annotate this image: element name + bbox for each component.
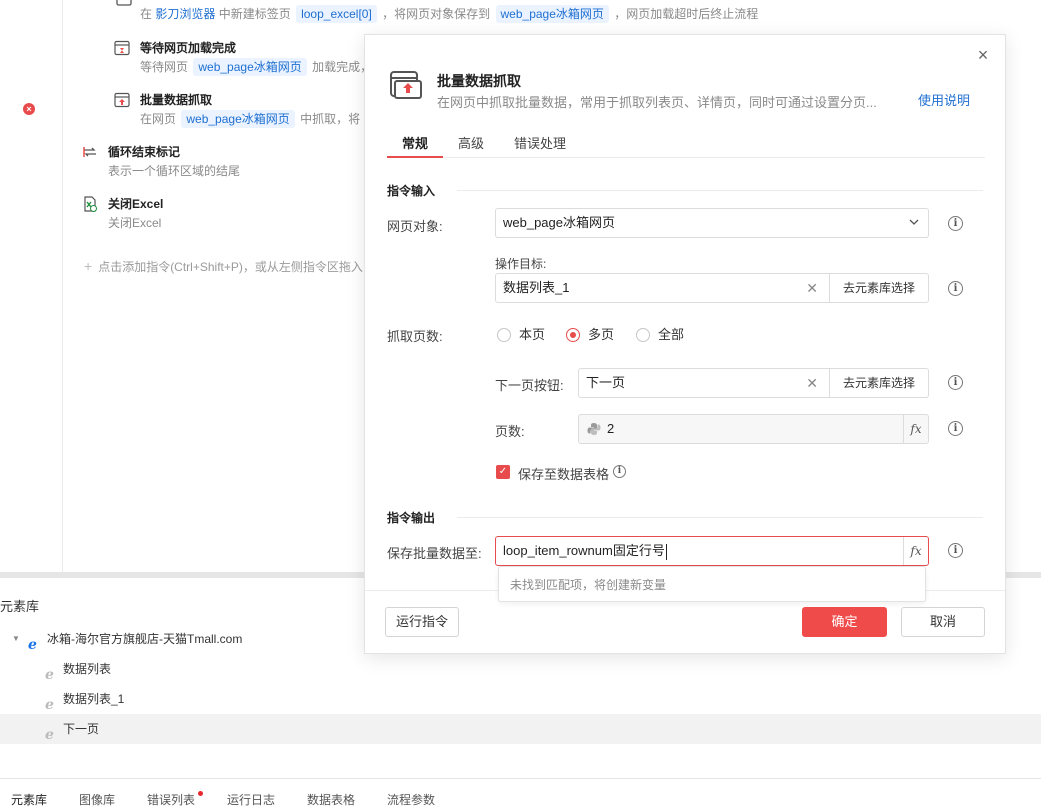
excel-close-icon bbox=[82, 196, 98, 212]
pick-element-button[interactable]: 去元素库选择 bbox=[828, 369, 928, 397]
help-link[interactable]: 使用说明 bbox=[918, 90, 970, 109]
svg-text:e: e bbox=[45, 727, 54, 741]
section-input-title: 指令输入 bbox=[387, 184, 436, 198]
tree-item-selected[interactable]: e 下一页 bbox=[0, 714, 1041, 744]
page-count-field[interactable]: 2 fx bbox=[578, 414, 929, 444]
divider bbox=[457, 190, 983, 191]
tab-general[interactable]: 常规 bbox=[402, 133, 428, 152]
section-output-title: 指令输出 bbox=[387, 511, 436, 525]
webpage-object-select[interactable]: web_page冰箱网页 bbox=[495, 208, 929, 238]
save-table-label: 保存至数据表格 bbox=[518, 467, 610, 482]
step-title: 循环结束标记 bbox=[108, 145, 181, 159]
clear-icon[interactable]: ✕ bbox=[806, 369, 818, 397]
tab-image-library[interactable]: 图像库 bbox=[79, 791, 115, 806]
run-command-button[interactable]: 运行指令 bbox=[385, 607, 459, 637]
tab-data-table[interactable]: 数据表格 bbox=[307, 791, 355, 806]
variable-tag: web_page冰箱网页 bbox=[495, 5, 609, 23]
line-gutter-divider bbox=[62, 0, 63, 572]
tab-flow-params[interactable]: 流程参数 bbox=[387, 791, 435, 806]
svg-text:e: e bbox=[28, 637, 37, 651]
fx-button[interactable]: fx bbox=[903, 415, 928, 443]
target-label: 操作目标: bbox=[495, 257, 547, 271]
panel-title: 元素库 bbox=[0, 599, 40, 614]
batch-scrape-icon bbox=[114, 92, 130, 108]
confirm-button[interactable]: 确定 bbox=[802, 607, 887, 637]
save-table-checkbox[interactable]: ✓ bbox=[496, 465, 510, 479]
variable-tag: loop_excel[0] bbox=[296, 5, 377, 23]
step-description: 在网页 web_page冰箱网页 中抓取，将 bbox=[140, 110, 361, 128]
next-page-label: 下一页按钮: bbox=[495, 378, 564, 393]
tab-advanced[interactable]: 高级 bbox=[458, 133, 484, 152]
cancel-button[interactable]: 取消 bbox=[901, 607, 985, 637]
tree-item[interactable]: e 数据列表 bbox=[0, 654, 1041, 684]
pick-element-button[interactable]: 去元素库选择 bbox=[828, 274, 928, 302]
variable-tag: web_page冰箱网页 bbox=[193, 58, 307, 76]
tree-item[interactable]: e 数据列表_1 bbox=[0, 684, 1041, 714]
expand-arrow-icon[interactable]: ▼ bbox=[12, 624, 20, 654]
element-icon: e bbox=[44, 722, 58, 743]
info-icon[interactable]: i bbox=[948, 216, 963, 231]
step-title: 关闭Excel bbox=[108, 197, 164, 211]
bottom-tab-bar: 元素库 图像库 错误列表 运行日志 数据表格 流程参数 bbox=[0, 778, 1041, 806]
divider bbox=[457, 517, 983, 518]
chevron-down-icon bbox=[909, 219, 919, 225]
element-icon: e bbox=[44, 662, 58, 683]
python-icon bbox=[587, 422, 601, 436]
wait-page-icon bbox=[114, 40, 130, 56]
step-description: 在 影刀浏览器 中新建标签页 loop_excel[0] ，将网页对象保存到 w… bbox=[140, 5, 759, 23]
info-icon[interactable]: i bbox=[948, 421, 963, 436]
target-field[interactable]: 数据列表_1 ✕ 去元素库选择 bbox=[495, 273, 929, 303]
variable-tag: web_page冰箱网页 bbox=[181, 110, 295, 128]
step-description: 表示一个循环区域的结尾 bbox=[108, 164, 241, 178]
svg-text:e: e bbox=[45, 667, 54, 681]
clear-icon[interactable]: ✕ bbox=[806, 274, 818, 302]
plus-icon: + bbox=[84, 258, 93, 274]
batch-scrape-dialog: × 批量数据抓取 在网页中抓取批量数据，常用于抓取列表页、详情页，同时可通过设置… bbox=[364, 34, 1006, 654]
pages-radio-group: 本页 多页 全部 bbox=[497, 326, 797, 344]
close-icon[interactable]: × bbox=[975, 46, 991, 64]
browser-icon bbox=[116, 0, 132, 7]
dialog-tabs: 常规 高级 错误处理 bbox=[387, 129, 985, 158]
add-command-hint[interactable]: + 点击添加指令(Ctrl+Shift+P)，或从左侧指令区拖入 bbox=[84, 258, 363, 275]
ie-browser-icon: e bbox=[27, 632, 41, 653]
element-icon: e bbox=[44, 692, 58, 713]
batch-scrape-icon bbox=[390, 71, 422, 99]
notification-dot-icon bbox=[198, 791, 203, 796]
active-tab-indicator bbox=[387, 156, 443, 158]
step-title: 等待网页加载完成 bbox=[140, 41, 237, 55]
step-description: 等待网页 web_page冰箱网页 加载完成， bbox=[140, 58, 373, 76]
info-icon[interactable]: i bbox=[948, 543, 963, 558]
next-page-field[interactable]: 下一页 ✕ 去元素库选择 bbox=[578, 368, 929, 398]
dialog-subtitle: 在网页中抓取批量数据，常用于抓取列表页、详情页，同时可通过设置分页... bbox=[437, 95, 877, 110]
browser-link[interactable]: 影刀浏览器 bbox=[155, 7, 215, 21]
info-icon[interactable]: i bbox=[948, 281, 963, 296]
tab-error-handling[interactable]: 错误处理 bbox=[514, 133, 566, 152]
tab-element-library[interactable]: 元素库 bbox=[11, 791, 47, 806]
output-variable-field[interactable]: loop_item_rownum固定行号 fx bbox=[495, 536, 929, 566]
error-marker-icon[interactable]: × bbox=[23, 103, 35, 115]
dialog-title: 批量数据抓取 bbox=[437, 73, 521, 89]
svg-text:e: e bbox=[45, 697, 54, 711]
step-description: 关闭Excel bbox=[108, 216, 162, 230]
tab-run-log[interactable]: 运行日志 bbox=[227, 791, 275, 806]
variable-suggestion-dropdown[interactable]: 未找到匹配项，将创建新变量 bbox=[498, 566, 926, 602]
info-icon[interactable]: i bbox=[948, 375, 963, 390]
info-icon[interactable]: i bbox=[613, 465, 626, 478]
step-title: 批量数据抓取 bbox=[140, 93, 213, 107]
pages-label: 抓取页数: bbox=[387, 329, 443, 344]
output-label: 保存批量数据至: bbox=[387, 546, 482, 561]
webpage-object-label: 网页对象: bbox=[387, 219, 443, 234]
fx-button[interactable]: fx bbox=[903, 537, 928, 565]
page-count-label: 页数: bbox=[495, 424, 525, 439]
loop-end-icon bbox=[82, 144, 98, 160]
tab-error-list[interactable]: 错误列表 bbox=[147, 791, 195, 806]
